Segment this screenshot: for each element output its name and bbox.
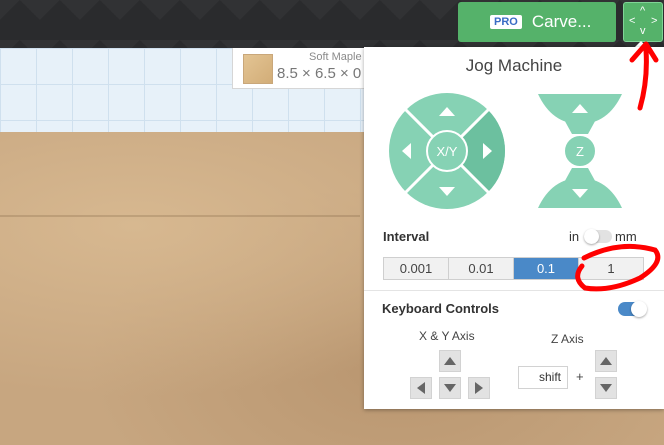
annotation-arrow-icon [629, 41, 659, 111]
annotation-circle-icon [575, 243, 661, 292]
annotation-overlay [575, 41, 661, 292]
